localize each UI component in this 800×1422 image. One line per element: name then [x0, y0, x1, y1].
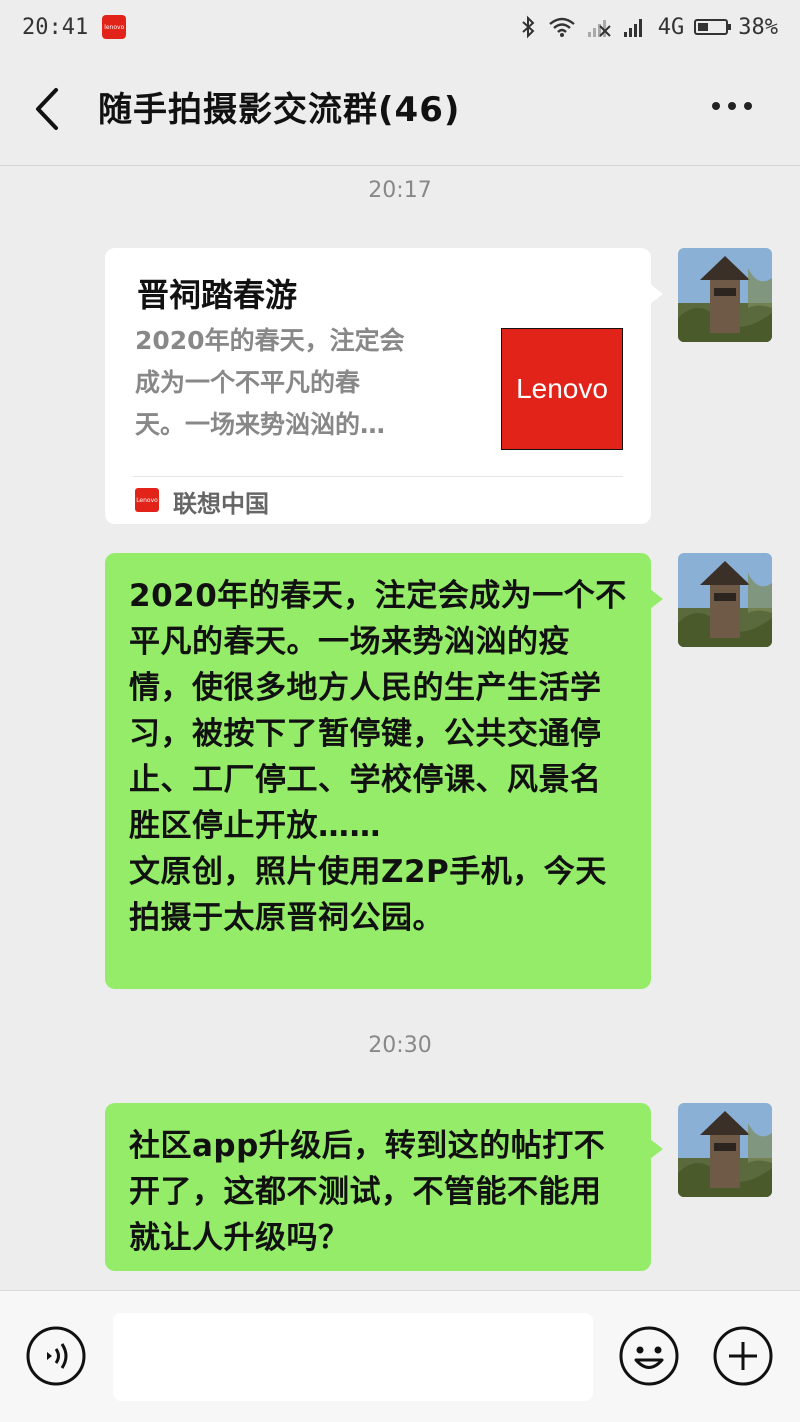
more-dots-icon: [712, 102, 720, 110]
user-avatar[interactable]: [678, 1103, 772, 1197]
battery-icon: [694, 19, 732, 35]
input-bar: [0, 1290, 800, 1422]
link-card[interactable]: 晋祠踏春游 2020年的春天，注定会 成为一个不平凡的春 天。一场来势汹汹的… …: [105, 248, 663, 524]
voice-button[interactable]: [25, 1325, 87, 1387]
source-logo-icon: Lenovo: [135, 488, 159, 512]
signal-no-sim-icon: [586, 16, 612, 38]
card-source: 联想中国: [173, 490, 269, 518]
text-message[interactable]: 2020年的春天，注定会成为一个不平凡的春天。一场来势汹汹的疫情，使很多地方人民…: [105, 553, 663, 989]
message-timestamp: 20:17: [368, 178, 432, 203]
more-button[interactable]: [712, 102, 756, 116]
bluetooth-icon: [520, 15, 538, 39]
battery-percent: 38%: [738, 14, 778, 40]
text-message[interactable]: 社区app升级后，转到这的帖打不开了，这都不测试，不管能不能用就让人升级吗？: [105, 1103, 663, 1271]
user-avatar[interactable]: [678, 248, 772, 342]
emoji-button[interactable]: [618, 1325, 680, 1387]
status-time: 20:41: [22, 14, 89, 40]
divider: [133, 476, 623, 477]
message-text: 社区app升级后，转到这的帖打不开了，这都不测试，不管能不能用就让人升级吗？: [129, 1128, 606, 1256]
lenovo-notification-icon: lenovo: [102, 15, 127, 39]
message-text: 2020年的春天，注定会成为一个不平凡的春天。一场来势汹汹的疫情，使很多地方人民…: [129, 578, 627, 936]
chat-header: 随手拍摄影交流群(46): [0, 54, 800, 166]
status-bar: 20:41 lenovo 4G 38%: [0, 0, 800, 54]
emoji-icon: [619, 1326, 679, 1386]
message-timestamp: 20:30: [368, 1033, 432, 1058]
signal-icon: [622, 16, 648, 38]
network-type: 4G: [657, 14, 685, 40]
back-button[interactable]: [30, 84, 70, 134]
plus-icon: [713, 1326, 773, 1386]
avatar-image: [678, 553, 772, 647]
avatar-image: [678, 248, 772, 342]
message-input[interactable]: [113, 1313, 593, 1401]
card-thumbnail: Lenovo: [501, 328, 623, 450]
chevron-left-icon: [36, 88, 58, 130]
voice-icon: [26, 1326, 86, 1386]
user-avatar[interactable]: [678, 553, 772, 647]
chat-title: 随手拍摄影交流群(46): [98, 90, 461, 130]
card-description: 2020年的春天，注定会 成为一个不平凡的春 天。一场来势汹汹的…: [135, 326, 405, 439]
card-title: 晋祠踏春游: [137, 276, 298, 314]
wifi-icon: [548, 16, 576, 38]
plus-button[interactable]: [712, 1325, 774, 1387]
avatar-image: [678, 1103, 772, 1197]
